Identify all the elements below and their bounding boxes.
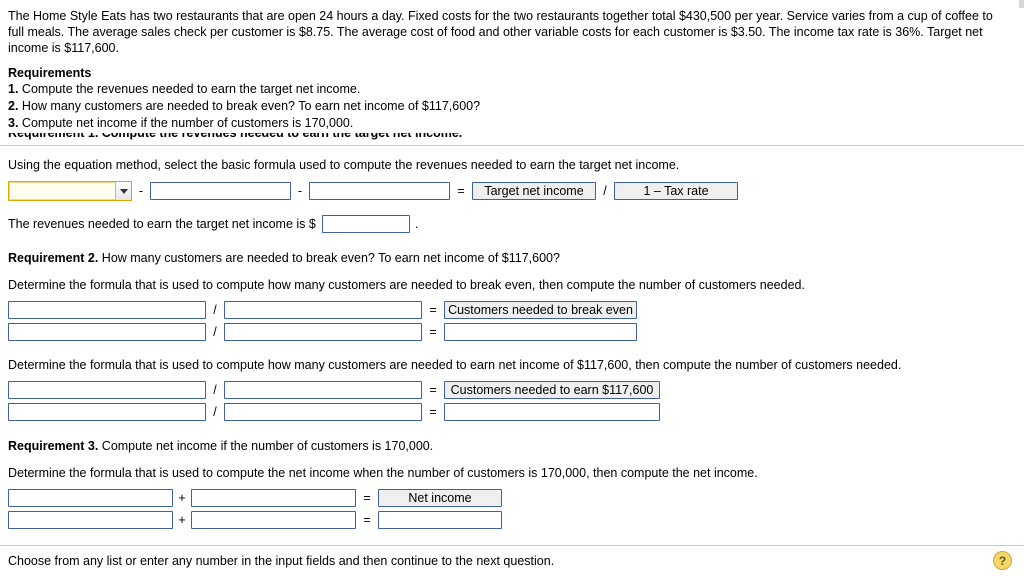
formula-equals-1: = [457,184,465,198]
tax-rate-label: 1 – Tax rate [614,182,738,200]
requirement-1-answer-suffix: . [414,217,419,231]
req2a-compute-equals: = [429,325,437,339]
customers-target-income-label: Customers needed to earn $117,600 [444,381,660,399]
target-net-income-label: Target net income [472,182,596,200]
req3-compute-equals: = [363,513,371,527]
req3-compute-result-input[interactable] [378,511,502,529]
formula-term-3-input[interactable] [309,182,450,200]
requirement-2-formula-b-row: / = Customers needed to earn $117,600 [8,373,1016,399]
req2b-formula-denominator-input[interactable] [224,381,422,399]
requirement-1-answer-row: The revenues needed to earn the target n… [8,201,1016,233]
req3-compute-term1-input[interactable] [8,511,173,529]
net-income-label: Net income [378,489,502,507]
req2a-compute-denominator-input[interactable] [224,323,422,341]
requirement-item-1-text: Compute the revenues needed to earn the … [21,82,361,96]
formula-term-1-dropdown-field[interactable] [8,181,132,201]
requirement-item-1-number: 1. [8,82,19,96]
req2b-formula-numerator-input[interactable] [8,381,206,399]
req2b-formula-equals: = [429,383,437,397]
formula-operator-minus-1: - [138,184,144,198]
footer-instruction: Choose from any list or enter any number… [8,554,555,568]
requirement-2-instruction-b: Determine the formula that is used to co… [8,358,902,372]
help-icon[interactable]: ? [993,551,1012,570]
req3-formula-plus: + [178,491,186,505]
requirements-list: 1. Compute the revenues needed to earn t… [0,80,1024,131]
requirement-1-instruction: Using the equation method, select the ba… [8,158,680,172]
req3-formula-term2-input[interactable] [191,489,356,507]
requirement-3-heading: Requirement 3. Compute net income if the… [8,421,1016,454]
requirement-3-formula-row: + = Net income [8,481,1016,507]
requirement-item-3-text: Compute net income if the number of cust… [21,116,354,130]
req2a-compute-slash: / [213,325,217,339]
clipped-requirement-1-heading: Requirement 1. Compute the revenues need… [0,133,1024,145]
req2b-compute-numerator-input[interactable] [8,403,206,421]
req2b-compute-equals: = [429,405,437,419]
clipped-requirement-1-heading-text: Requirement 1. Compute the revenues need… [8,133,463,140]
requirement-item-2: 2. How many customers are needed to brea… [8,97,1016,114]
requirement-item-1: 1. Compute the revenues needed to earn t… [8,80,1016,97]
req2a-compute-result-input[interactable] [444,323,637,341]
req2b-compute-slash: / [213,405,217,419]
formula-divider-1: / [603,184,607,198]
requirement-item-3-number: 3. [8,116,19,130]
req2a-formula-numerator-input[interactable] [8,301,206,319]
req3-compute-plus: + [178,513,186,527]
requirement-1-formula-row: - - = Target net income / 1 – Tax rate [8,173,1016,201]
requirement-1-answer-input[interactable] [321,215,410,233]
question-page: The Home Style Eats has two restaurants … [0,0,1024,576]
requirement-3-instruction: Determine the formula that is used to co… [8,466,758,480]
req2a-compute-numerator-input[interactable] [8,323,206,341]
formula-term-2-input[interactable] [150,182,291,200]
req3-formula-term1-input[interactable] [8,489,173,507]
requirement-2-heading-rest: How many customers are needed to break e… [98,251,560,265]
footer-divider [0,545,1024,546]
requirement-1-answer-prefix: The revenues needed to earn the target n… [8,217,316,231]
requirement-2-compute-b-row: / = [8,399,1016,421]
req2a-formula-denominator-input[interactable] [224,301,422,319]
req2b-compute-result-input[interactable] [444,403,660,421]
req2a-formula-equals: = [429,303,437,317]
requirement-item-3: 3. Compute net income if the number of c… [8,114,1016,131]
req2b-compute-denominator-input[interactable] [224,403,422,421]
req3-compute-term2-input[interactable] [191,511,356,529]
requirement-2-instruction-a: Determine the formula that is used to co… [8,278,805,292]
chevron-down-icon[interactable] [115,182,131,200]
answer-area: Using the equation method, select the ba… [0,146,1024,529]
requirement-3-compute-row: + = [8,507,1016,529]
req3-formula-equals: = [363,491,371,505]
problem-statement: The Home Style Eats has two restaurants … [8,9,993,55]
scrollbar-top-stub[interactable] [1019,0,1024,8]
requirement-3-heading-bold: Requirement 3. [8,439,99,453]
requirement-3-heading-rest: Compute net income if the number of cust… [98,439,434,453]
req2a-formula-slash: / [213,303,217,317]
requirements-heading: Requirements [8,66,92,80]
requirement-2-formula-a-row: / = Customers needed to break even [8,293,1016,319]
requirement-2-heading-bold: Requirement 2. [8,251,99,265]
requirement-item-2-number: 2. [8,99,19,113]
requirement-2-compute-a-row: / = [8,319,1016,341]
formula-term-1-dropdown[interactable] [8,181,132,201]
formula-operator-minus-2: - [297,184,303,198]
req2b-formula-slash: / [213,383,217,397]
customers-break-even-label: Customers needed to break even [444,301,637,319]
requirement-item-2-text: How many customers are needed to break e… [21,99,481,113]
requirement-2-heading: Requirement 2. How many customers are ne… [8,233,1016,266]
